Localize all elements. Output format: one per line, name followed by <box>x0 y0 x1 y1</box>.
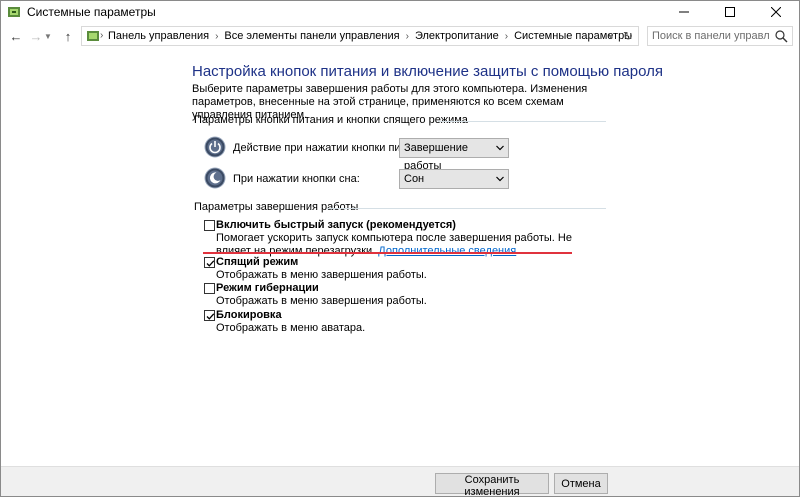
breadcrumb-item[interactable]: Панель управления <box>108 30 209 42</box>
refresh-button[interactable]: ↻ <box>620 27 636 45</box>
close-button[interactable] <box>753 1 799 23</box>
lock-title: Блокировка <box>216 309 282 321</box>
title-bar: Системные параметры <box>1 1 799 23</box>
sleep-mode-checkbox[interactable] <box>204 257 215 268</box>
sleep-button-value: Сон <box>404 173 425 185</box>
refresh-icon: ↻ <box>622 29 634 43</box>
fast-startup-checkbox[interactable] <box>204 220 215 231</box>
window: Системные параметры ← → ▼ ↑ › Панель упр… <box>0 0 800 497</box>
sleep-icon <box>204 167 226 189</box>
breadcrumb-separator-icon: › <box>405 31 409 42</box>
sleep-button-label: При нажатии кнопки сна: <box>233 173 360 185</box>
up-arrow-icon: ↑ <box>64 28 72 44</box>
sleep-button-select[interactable]: Сон <box>399 169 509 189</box>
back-button[interactable]: ← <box>7 27 25 45</box>
highlight-underline <box>203 252 572 254</box>
group-divider <box>438 121 606 122</box>
breadcrumb-item[interactable]: Все элементы панели управления <box>224 30 399 42</box>
up-button[interactable]: ↑ <box>59 27 77 45</box>
minimize-button[interactable] <box>661 1 707 23</box>
page-title: Настройка кнопок питания и включение защ… <box>192 63 663 80</box>
checkmark-icon <box>206 313 215 320</box>
lock-checkbox[interactable] <box>204 310 215 321</box>
fast-startup-description: Помогает ускорить запуск компьютера посл… <box>216 232 581 258</box>
cancel-button[interactable]: Отмена <box>554 473 608 494</box>
breadcrumb-separator-icon: › <box>215 31 219 42</box>
search-box <box>647 26 793 46</box>
power-icon <box>204 136 226 158</box>
address-bar[interactable]: › Панель управления › Все элементы панели … <box>81 26 639 46</box>
bottom-bar: Сохранить изменения Отмена <box>1 466 799 496</box>
close-icon <box>771 7 781 17</box>
group-divider <box>327 208 606 209</box>
search-icon <box>775 30 788 43</box>
checkmark-icon <box>206 260 215 267</box>
shutdown-group-label: Параметры завершения работы <box>194 201 359 213</box>
breadcrumb: Панель управления › Все элементы панели уп… <box>108 27 632 45</box>
breadcrumb-item[interactable]: Электропитание <box>415 30 499 42</box>
back-arrow-icon: ← <box>9 28 23 44</box>
breadcrumb-root-chevron-icon: › <box>100 30 104 41</box>
maximize-button[interactable] <box>707 1 753 23</box>
breadcrumb-separator-icon: › <box>504 31 509 42</box>
fast-startup-title: Включить быстрый запуск (рекомендуется) <box>216 219 456 231</box>
power-button-select[interactable]: Завершение работы <box>399 138 509 172</box>
chevron-down-icon: ∨ <box>607 30 615 41</box>
buttons-group-label: Параметры кнопки питания и кнопки спящег… <box>194 114 468 126</box>
search-input[interactable] <box>652 28 770 44</box>
chevron-down-icon <box>496 176 504 182</box>
hibernate-title: Режим гибернации <box>216 282 319 294</box>
sleep-mode-description: Отображать в меню завершения работы. <box>216 269 427 281</box>
lock-description: Отображать в меню аватара. <box>216 322 366 334</box>
hibernate-checkbox[interactable] <box>204 283 215 294</box>
more-info-link[interactable]: Дополнительные сведения <box>378 245 516 257</box>
recent-pages-button[interactable]: ▼ <box>43 27 53 45</box>
window-title: Системные параметры <box>27 5 156 19</box>
sleep-mode-title: Спящий режим <box>216 256 299 268</box>
app-icon <box>8 7 20 17</box>
address-row: ← → ▼ ↑ › Панель управления › Все элементы… <box>1 23 799 49</box>
control-panel-icon <box>87 31 99 41</box>
minimize-icon <box>679 11 689 13</box>
address-dropdown-button[interactable]: ∨ <box>604 27 618 45</box>
maximize-icon <box>725 7 735 17</box>
save-button[interactable]: Сохранить изменения <box>435 473 549 496</box>
chevron-down-icon: ▼ <box>44 31 52 41</box>
forward-arrow-icon: → <box>29 28 43 44</box>
chevron-down-icon <box>496 145 504 151</box>
hibernate-description: Отображать в меню завершения работы. <box>216 295 427 307</box>
